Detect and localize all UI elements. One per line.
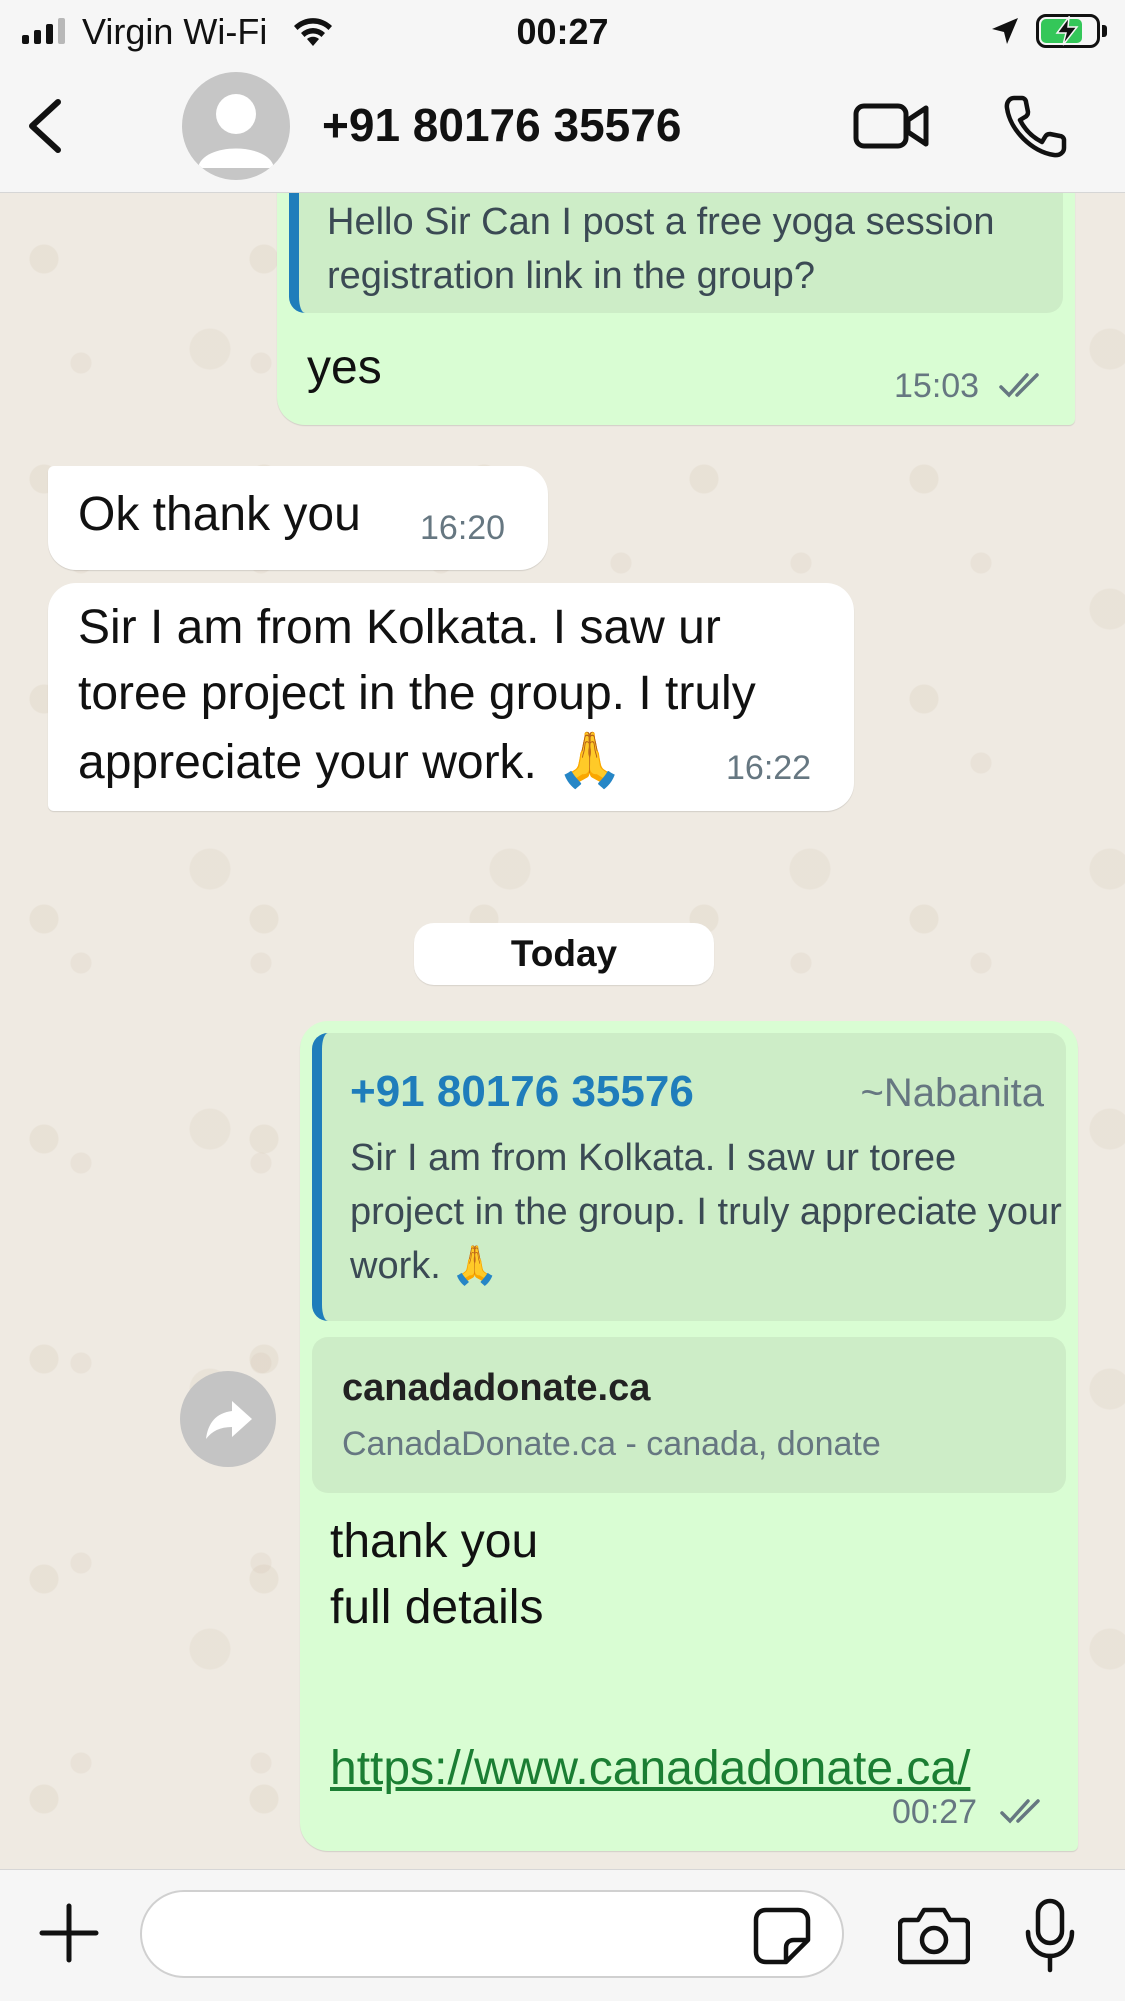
clock: 00:27 <box>516 11 609 52</box>
status-bar: Virgin Wi-Fi 00:27 <box>0 0 1125 62</box>
outgoing-message[interactable]: Hello Sir Can I post a free yoga session… <box>277 193 1075 425</box>
message-time: 15:03 <box>894 367 980 405</box>
chat-header: +91 80176 35576 <box>0 62 1125 193</box>
message-time: 16:22 <box>726 749 812 787</box>
chat-area[interactable]: Hello Sir Can I post a free yoga session… <box>0 193 1125 1869</box>
read-ticks-icon <box>1000 1799 1040 1824</box>
message-text-wrapper: Sir I am from Kolkata. I saw ur toree pr… <box>78 595 818 796</box>
back-chevron-icon[interactable] <box>20 96 70 156</box>
read-ticks-icon <box>999 373 1039 398</box>
avatar[interactable] <box>182 72 290 180</box>
message-line: thank you <box>330 1515 539 1568</box>
forward-arrow-icon <box>206 1401 252 1439</box>
incoming-message[interactable]: Sir I am from Kolkata. I saw ur toree pr… <box>48 583 854 811</box>
phone-icon[interactable] <box>1000 92 1070 162</box>
forward-button[interactable] <box>180 1371 276 1467</box>
quoted-text-wrapper: Sir I am from Kolkata. I saw ur toree pr… <box>350 1131 1070 1293</box>
message-link[interactable]: https://www.canadadonate.ca/ <box>330 1741 970 1796</box>
avatar-placeholder-icon <box>198 94 274 168</box>
incoming-message[interactable]: Ok thank you 16:20 <box>48 466 548 570</box>
message-text: thank you full details <box>330 1509 543 1707</box>
message-line: full details <box>330 1581 544 1634</box>
quoted-message[interactable]: Hello Sir Can I post a free yoga session… <box>289 193 1063 313</box>
folded-hands-emoji: 🙏 <box>451 1245 499 1287</box>
quoted-pushname: ~Nabanita <box>860 1071 1044 1115</box>
link-preview-domain: canadadonate.ca <box>342 1367 651 1409</box>
video-camera-icon[interactable] <box>852 96 932 156</box>
input-bar <box>0 1869 1125 2001</box>
message-text: yes <box>307 341 382 394</box>
message-text: Sir I am from Kolkata. I saw ur toree pr… <box>78 601 756 789</box>
battery-icon <box>1036 14 1107 48</box>
plus-icon[interactable] <box>36 1900 102 1966</box>
link-preview-description: CanadaDonate.ca - canada, donate <box>342 1425 881 1463</box>
sticker-icon[interactable] <box>752 1906 812 1966</box>
message-line <box>330 1641 543 1707</box>
link-preview[interactable]: canadadonate.ca CanadaDonate.ca - canada… <box>312 1337 1066 1493</box>
camera-icon[interactable] <box>898 1904 970 1966</box>
quoted-text: Hello Sir Can I post a free yoga session… <box>327 201 995 297</box>
date-separator: Today <box>414 923 714 985</box>
microphone-icon[interactable] <box>1022 1898 1078 1974</box>
message-time: 00:27 <box>892 1793 978 1831</box>
folded-hands-emoji: 🙏 <box>556 730 624 790</box>
contact-name[interactable]: +91 80176 35576 <box>322 98 681 152</box>
message-input[interactable] <box>140 1890 844 1978</box>
quoted-author: +91 80176 35576 <box>350 1067 694 1116</box>
location-arrow-icon <box>992 18 1018 44</box>
quoted-message[interactable]: +91 80176 35576 ~Nabanita Sir I am from … <box>312 1033 1066 1321</box>
message-time: 16:20 <box>420 509 506 547</box>
outgoing-message[interactable]: +91 80176 35576 ~Nabanita Sir I am from … <box>300 1021 1078 1851</box>
message-text: Ok thank you <box>78 488 361 541</box>
